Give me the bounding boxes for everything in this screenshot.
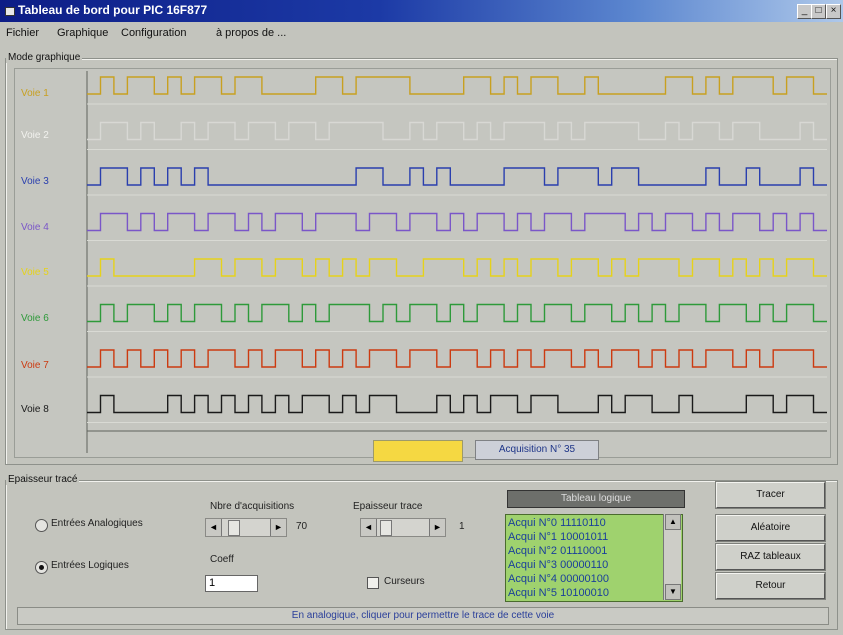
minimize-icon[interactable]: _ bbox=[797, 4, 812, 19]
channel-label-4[interactable]: Voie 4 bbox=[21, 222, 49, 233]
tableau-logique-header: Tableau logique bbox=[507, 490, 685, 508]
raz-tableaux-button[interactable]: RAZ tableaux bbox=[715, 543, 826, 571]
channel-label-7[interactable]: Voie 7 bbox=[21, 360, 49, 371]
list-item[interactable]: Acqui N°0 11110110 bbox=[508, 517, 606, 529]
menu-configuration[interactable]: Configuration bbox=[121, 27, 186, 39]
epaisseur-label: Epaisseur trace bbox=[353, 501, 423, 512]
options-group-label: Epaisseur tracé bbox=[6, 474, 80, 485]
waveform-channel-4 bbox=[87, 212, 827, 232]
channel-label-1[interactable]: Voie 1 bbox=[21, 88, 49, 99]
window-title: Tableau de bord pour PIC 16F877 bbox=[18, 3, 208, 17]
scroll-thumb[interactable] bbox=[380, 520, 392, 536]
list-item[interactable]: Acqui N°5 10100010 bbox=[508, 587, 609, 599]
waveform-channel-7 bbox=[87, 349, 827, 368]
scroll-right-icon[interactable]: ► bbox=[429, 519, 445, 536]
menu-fichier[interactable]: Fichier bbox=[6, 27, 39, 39]
maximize-icon[interactable]: □ bbox=[811, 4, 826, 19]
menu-graphique[interactable]: Graphique bbox=[57, 27, 108, 39]
list-item[interactable]: Acqui N°3 00000110 bbox=[508, 559, 608, 571]
scroll-left-icon[interactable]: ◄ bbox=[206, 519, 222, 536]
channel-label-5[interactable]: Voie 5 bbox=[21, 267, 49, 278]
waveform-channel-5 bbox=[87, 258, 827, 277]
scroll-thumb[interactable] bbox=[228, 520, 240, 536]
main-window: Tableau de bord pour PIC 16F877 _ □ × Fi… bbox=[0, 0, 843, 635]
nbre-acquisitions-label: Nbre d'acquisitions bbox=[210, 501, 295, 512]
radio-logic-label[interactable]: Entrées Logiques bbox=[51, 560, 129, 571]
aleatoire-button[interactable]: Aléatoire bbox=[715, 514, 826, 542]
channel-label-8[interactable]: Voie 8 bbox=[21, 404, 49, 415]
epaisseur-scrollbar[interactable]: ◄ ► bbox=[360, 518, 446, 537]
graph-group-label: Mode graphique bbox=[6, 52, 83, 63]
waveform-channel-8 bbox=[87, 394, 827, 414]
app-icon bbox=[5, 7, 15, 16]
radio-analog-label[interactable]: Entrées Analogiques bbox=[51, 518, 143, 529]
list-item[interactable]: Acqui N°4 00000100 bbox=[508, 573, 609, 585]
channel-label-3[interactable]: Voie 3 bbox=[21, 176, 49, 187]
nbre-acquisitions-value: 70 bbox=[296, 521, 308, 532]
waveform-canvas[interactable] bbox=[15, 69, 830, 457]
scroll-right-icon[interactable]: ► bbox=[270, 519, 286, 536]
channel-label-6[interactable]: Voie 6 bbox=[21, 313, 49, 324]
scroll-down-icon[interactable]: ▼ bbox=[665, 584, 681, 600]
list-item[interactable]: Acqui N°1 10001011 bbox=[508, 531, 608, 543]
waveform-channel-2 bbox=[87, 121, 827, 141]
curseurs-checkbox[interactable] bbox=[367, 577, 379, 589]
channel-label-2[interactable]: Voie 2 bbox=[21, 130, 49, 141]
waveform-channel-1 bbox=[87, 76, 827, 95]
acquisition-number: Acquisition N° 35 bbox=[475, 440, 599, 460]
curseurs-label[interactable]: Curseurs bbox=[384, 576, 425, 587]
list-item[interactable]: Acqui N°2 01110001 bbox=[508, 545, 607, 557]
retour-button[interactable]: Retour bbox=[715, 572, 826, 600]
close-icon[interactable]: × bbox=[826, 4, 841, 19]
scroll-left-icon[interactable]: ◄ bbox=[361, 519, 377, 536]
logic-graph[interactable]: Voie 1 Voie 2 Voie 3 Voie 4 Voie 5 Voie … bbox=[14, 68, 831, 458]
menu-bar: Fichier Graphique Configuration à propos… bbox=[0, 24, 843, 42]
menu-a-propos[interactable]: à propos de ... bbox=[216, 27, 286, 39]
waveform-channel-6 bbox=[87, 303, 827, 323]
epaisseur-value: 1 bbox=[459, 521, 465, 532]
waveform-channel-3 bbox=[87, 167, 827, 186]
nbre-acquisitions-scrollbar[interactable]: ◄ ► bbox=[205, 518, 287, 537]
title-bar[interactable]: Tableau de bord pour PIC 16F877 _ □ × bbox=[0, 0, 843, 22]
tracer-button[interactable]: Tracer bbox=[715, 481, 826, 509]
tableau-scrollbar[interactable]: ▲ ▼ bbox=[663, 514, 681, 600]
channel-color-box[interactable] bbox=[373, 440, 463, 462]
coeff-input[interactable]: 1 bbox=[205, 575, 258, 592]
scroll-up-icon[interactable]: ▲ bbox=[665, 514, 681, 530]
status-bar: En analogique, cliquer pour permettre le… bbox=[17, 607, 829, 625]
radio-analog-inputs[interactable] bbox=[35, 519, 48, 532]
coeff-label: Coeff bbox=[210, 554, 234, 565]
tableau-logique-list[interactable]: Acqui N°0 11110110 Acqui N°1 10001011 Ac… bbox=[505, 514, 683, 602]
radio-logic-inputs[interactable] bbox=[35, 561, 48, 574]
